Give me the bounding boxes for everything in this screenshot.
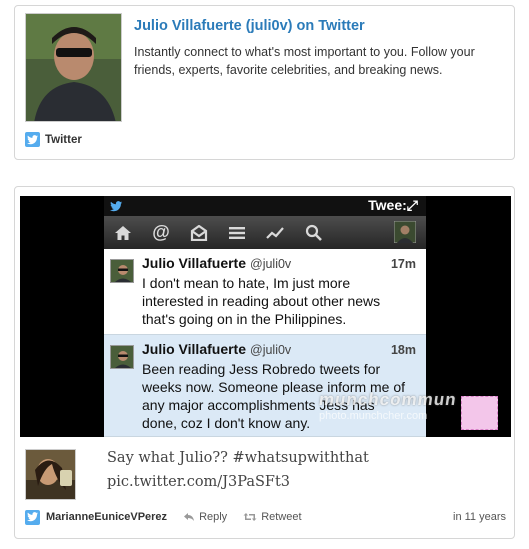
status-bar: Twee:⤢	[104, 196, 426, 216]
phone-screenshot: Twee:⤢ @ Julio Villafuerte @juli0v 17m I…	[104, 196, 498, 437]
profile-card: Julio Villafuerte (juli0v) on Twitter In…	[14, 5, 515, 160]
poster-avatar[interactable]	[25, 449, 76, 500]
post-timestamp-link[interactable]: in 11 years	[453, 511, 506, 523]
menu-icon[interactable]	[218, 216, 256, 249]
tweet-avatar	[110, 345, 134, 369]
reply-button[interactable]: Reply	[183, 511, 227, 523]
status-title: Twee:⤢	[368, 197, 418, 213]
post-card: Twee:⤢ @ Julio Villafuerte @juli0v 17m I…	[14, 186, 515, 539]
home-icon[interactable]	[104, 216, 142, 249]
profile-description: Instantly connect to what's most importa…	[134, 45, 475, 77]
post-body: Say what Julio?? #whatsupwiththat pic.tw…	[107, 446, 487, 494]
tweet-text: I don't mean to hate, Im just more inter…	[142, 275, 381, 327]
poster-username-link[interactable]: MarianneEuniceVPerez	[46, 511, 167, 523]
messages-icon[interactable]	[180, 216, 218, 249]
tweet-author-handle: @juli0v	[250, 343, 292, 357]
tweet-time: 18m	[390, 343, 416, 357]
post-footer: MarianneEuniceVPerez Reply Retweet in 11…	[25, 507, 506, 527]
twitter-bird-icon	[110, 199, 122, 217]
tweet-author: Julio Villafuerte @juli0v	[142, 255, 291, 271]
profile-icon[interactable]	[393, 220, 417, 244]
source-link[interactable]: Twitter	[25, 132, 82, 147]
twitter-bird-icon	[25, 509, 40, 525]
app-toolbar: @	[104, 216, 426, 249]
retweet-button[interactable]: Retweet	[243, 511, 302, 523]
mentions-icon[interactable]: @	[142, 216, 180, 249]
tweet-item[interactable]: Julio Villafuerte @juli0v 17m I don't mea…	[104, 249, 426, 335]
watermark-subtext: photo.munchcher.com	[319, 410, 428, 422]
watermark: munchcommun	[317, 390, 458, 409]
sticker-graphic	[461, 396, 498, 430]
twitter-bird-icon	[25, 132, 40, 147]
tweet-avatar	[110, 259, 134, 283]
profile-title-link[interactable]: Julio Villafuerte (juli0v) on Twitter	[134, 18, 365, 34]
source-label: Twitter	[45, 133, 82, 146]
reply-label: Reply	[199, 511, 228, 523]
profile-avatar[interactable]	[25, 13, 122, 122]
tweet-author-name: Julio Villafuerte	[142, 341, 246, 357]
search-icon[interactable]	[294, 216, 332, 249]
tweet-author-handle: @juli0v	[250, 257, 292, 271]
reply-icon	[184, 513, 195, 521]
tweet-time: 17m	[390, 257, 416, 271]
retweet-label: Retweet	[261, 511, 302, 523]
trends-icon[interactable]	[256, 216, 294, 249]
post-media-link[interactable]: pic.twitter.com/J3PaSFt3	[107, 470, 487, 494]
tweet-author: Julio Villafuerte @juli0v	[142, 341, 291, 357]
attached-photo[interactable]: Twee:⤢ @ Julio Villafuerte @juli0v 17m I…	[20, 196, 511, 437]
tweet-author-name: Julio Villafuerte	[142, 255, 246, 271]
post-text: Say what Julio?? #whatsupwiththat	[107, 450, 369, 466]
retweet-icon	[243, 513, 257, 521]
